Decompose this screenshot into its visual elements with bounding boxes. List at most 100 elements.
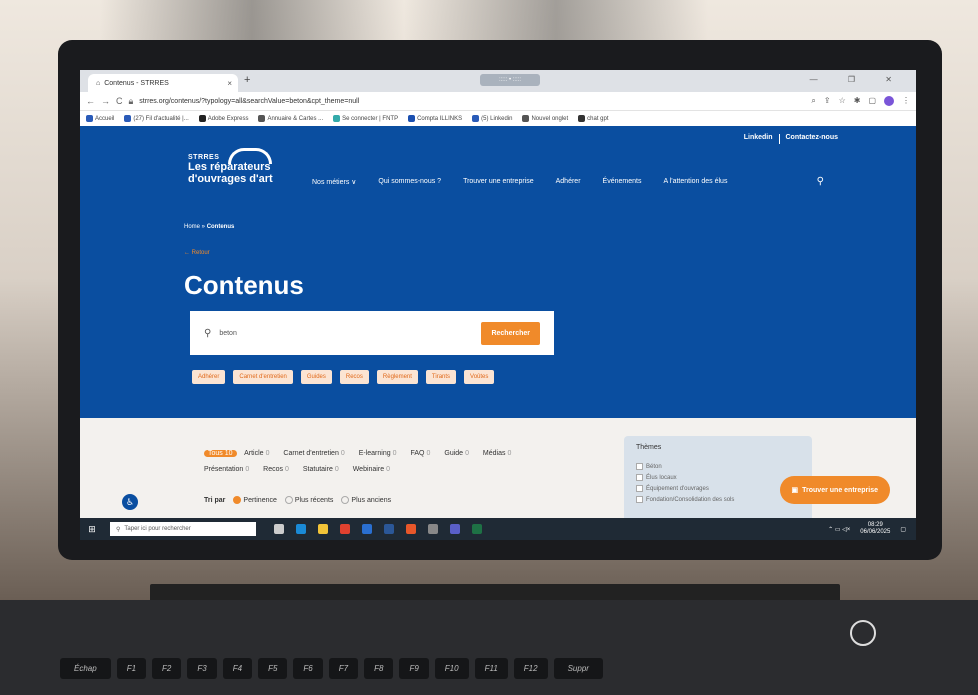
site-logo[interactable]: STRRES Les réparateurs d'ouvrages d'art [188,148,273,185]
power-button[interactable] [850,620,876,646]
chip-recos[interactable]: Recos [339,370,369,384]
find-company-button[interactable]: ▣ Trouver une entreprise [779,476,890,504]
theme-item[interactable]: Fondation/Consolidation des sols [636,496,800,503]
filter-statutaire[interactable]: Statutaire 0 [303,466,345,473]
chip-voutes[interactable]: Voûtes [464,370,495,384]
linkedin-link[interactable]: Linkedin [744,134,773,144]
key-f7[interactable]: F7 [328,658,359,679]
bookmark-item[interactable]: Compta ILLINKS [408,115,462,123]
new-tab-button[interactable]: + [244,74,250,86]
filter-recos[interactable]: Recos 0 [263,466,295,473]
bookmark-item[interactable]: chat gpt [578,115,609,123]
key-f3[interactable]: F3 [187,658,217,679]
filter-presentation[interactable]: Présentation 0 [204,466,255,473]
key-f5[interactable]: F5 [258,658,288,679]
tray-icons[interactable]: ⌃ ▭ ◁× [828,526,850,533]
nav-item-adherer[interactable]: Adhérer [556,178,581,186]
accessibility-icon[interactable]: ♿︎ [122,494,138,510]
nav-item-qui-sommes-nous[interactable]: Qui sommes-nous ? [378,178,441,186]
key-f4[interactable]: F4 [222,658,253,679]
contact-link[interactable]: Contactez-nous [786,134,839,144]
nav-item-trouver-entreprise[interactable]: Trouver une entreprise [463,178,534,186]
browser-tab[interactable]: ⌂ Contenus - STRRES × [88,74,238,92]
search-input[interactable]: beton [219,330,473,337]
menu-icon[interactable]: ⋮ [902,96,910,106]
key-f12[interactable]: F12 [513,658,548,679]
back-arrow-icon[interactable]: ← [86,96,95,106]
clock[interactable]: 08:29 06/06/2025 [860,522,890,536]
edge-icon[interactable] [296,524,306,534]
reload-icon[interactable]: C [116,96,123,106]
firefox-icon[interactable] [406,524,416,534]
filter-tous[interactable]: Tous 10 [204,450,237,457]
chip-adherer[interactable]: Adhérer [192,370,226,384]
filter-guide[interactable]: Guide 0 [444,450,475,457]
extensions-icon[interactable]: ✱ [854,96,861,106]
filter-carnet[interactable]: Carnet d'entretien 0 [283,450,350,457]
share-icon[interactable]: ⇪ [824,96,831,106]
key-f9[interactable]: F9 [399,658,429,679]
url-field[interactable]: strres.org/contenus/?typology=all&search… [139,98,805,105]
nav-item-elus[interactable]: A l'attention des élus [663,178,727,186]
taskview-icon[interactable] [274,524,284,534]
chrome-icon[interactable] [340,524,350,534]
key-f8[interactable]: F8 [364,658,394,679]
back-link[interactable]: ← Retour [184,250,210,256]
main-nav: Nos métiers ∨ Qui sommes-nous ? Trouver … [312,178,727,186]
sort-ancien[interactable]: Plus anciens [341,496,391,504]
taskbar-search[interactable]: ⚲ Taper ici pour rechercher [110,522,256,536]
chip-tirants[interactable]: Tirants [425,370,457,384]
bookmark-item[interactable]: Accueil [86,115,114,123]
filter-elearning[interactable]: E-learning 0 [359,450,403,457]
nav-item-metiers[interactable]: Nos métiers ∨ [312,178,356,186]
site-search-icon[interactable]: ⚲ [817,176,824,187]
key-f6[interactable]: F6 [293,658,323,679]
key-f11[interactable]: F11 [474,658,508,679]
checkbox-icon [636,474,643,482]
outlook-icon[interactable] [362,524,372,534]
window-controls[interactable]: — ❐ ✕ [810,75,906,84]
bookmark-item[interactable]: Se connecter | FNTP [333,115,398,123]
theme-item[interactable]: Équipement d'ouvrages [636,485,800,492]
key-f10[interactable]: F10 [434,658,469,679]
chip-guides[interactable]: Guides [300,370,332,384]
sort-pertinence[interactable]: Pertinence [233,496,277,504]
chip-carnet[interactable]: Carnet d'entretien [233,370,293,384]
filter-webinaire[interactable]: Webinaire 0 [353,466,396,473]
key-f2[interactable]: F2 [152,658,182,679]
search-icon: ⚲ [204,327,212,339]
windows-start-icon[interactable]: ⊞ [80,524,104,535]
excel-icon[interactable] [472,524,482,534]
zoom-icon[interactable]: ⌕ [811,96,815,106]
sidepanel-icon[interactable]: ▢ [868,96,876,106]
key-f1[interactable]: F1 [116,658,147,679]
tab-close-icon[interactable]: × [227,79,232,88]
star-icon[interactable]: ☆ [839,96,846,106]
divider [778,134,780,144]
bookmark-item[interactable]: Annuaire & Cartes ... [258,115,323,123]
sort-recent[interactable]: Plus récents [284,496,333,504]
filter-article[interactable]: Article 0 [244,450,275,457]
profile-avatar[interactable] [884,96,894,106]
chip-reglement[interactable]: Règlement [376,370,418,384]
key-escape[interactable]: Échap [60,658,111,679]
windows-taskbar: ⊞ ⚲ Taper ici pour rechercher ⌃ ▭ ◁× 08:… [80,518,916,540]
bookmark-item[interactable]: (5) Linkedin [472,115,512,123]
filter-faq[interactable]: FAQ 0 [411,450,437,457]
notification-icon[interactable]: ▢ [900,526,906,533]
bookmark-item[interactable]: Adobe Express [198,115,248,123]
teams-icon[interactable] [450,524,460,534]
theme-item[interactable]: Élus locaux [636,474,800,481]
forward-arrow-icon[interactable]: → [101,96,110,106]
app-icon[interactable] [428,524,438,534]
explorer-icon[interactable] [318,524,328,534]
search-button[interactable]: Rechercher [481,321,540,345]
key-delete[interactable]: Suppr [553,658,603,679]
word-icon[interactable] [384,524,394,534]
bookmark-item[interactable]: Nouvel onglet [522,115,568,123]
theme-item[interactable]: Béton [636,463,800,470]
nav-item-evenements[interactable]: Événements [603,178,642,186]
bookmark-item[interactable]: (27) Fil d'actualité |... [124,115,189,123]
filter-medias[interactable]: Médias 0 [483,450,517,457]
breadcrumb-home[interactable]: Home [184,224,200,230]
